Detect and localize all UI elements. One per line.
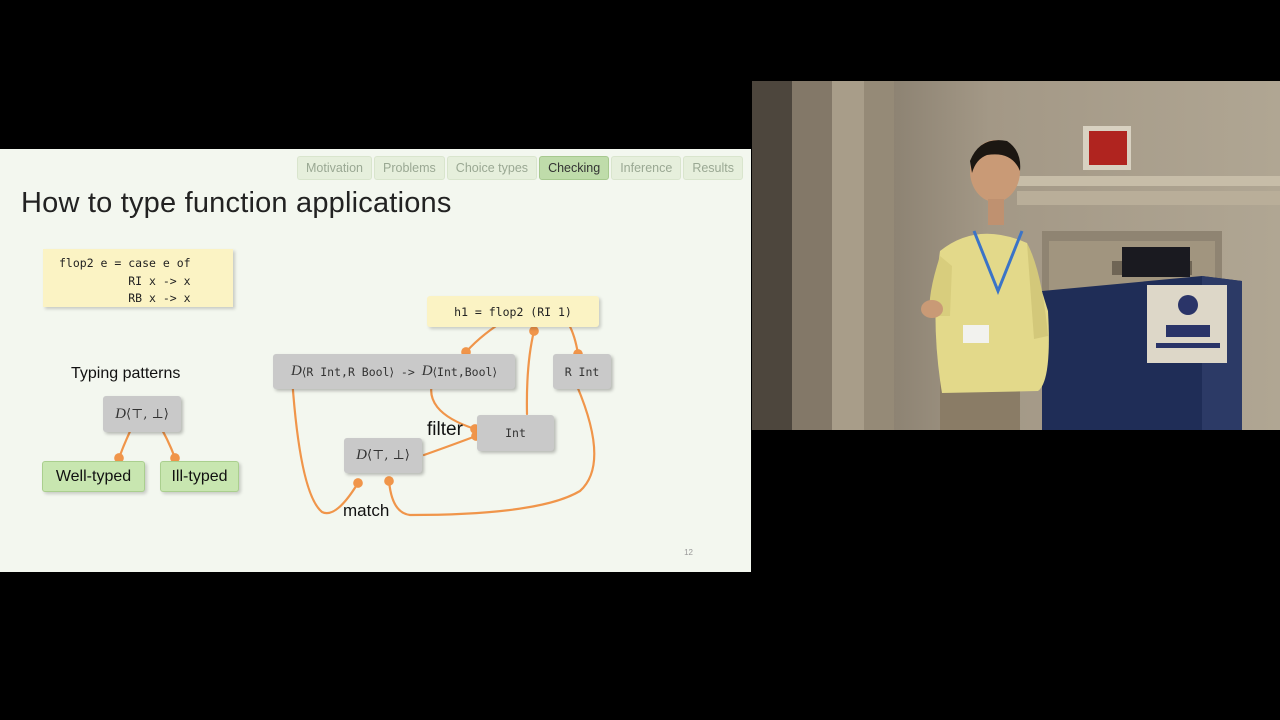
speaker-scene — [752, 81, 1280, 430]
filter-label: filter — [427, 419, 463, 440]
code-line-1: flop2 e = case e of — [59, 256, 191, 270]
well-typed-box: Well-typed — [42, 461, 145, 492]
tab-results[interactable]: Results — [683, 156, 743, 180]
choice-d: D — [421, 363, 433, 379]
code-line-3: RB x -> x — [59, 291, 191, 305]
choice-args: ⟨⊤, ⊥⟩ — [125, 406, 169, 422]
comma: , — [457, 364, 465, 379]
bracket-close: ⟩ — [492, 364, 497, 379]
page-number: 12 — [684, 548, 693, 557]
function-type-node: D ⟨ R Int, R Bool ⟩ -> D ⟨ Int, Bool ⟩ — [273, 354, 515, 389]
code-block: flop2 e = case e of RI x -> x RB x -> x — [43, 249, 233, 307]
type-arg: Bool — [464, 364, 493, 379]
type-arg: Int — [437, 364, 458, 379]
section-nav: Motivation Problems Choice types Checkin… — [297, 156, 743, 180]
ill-typed-box: Ill-typed — [160, 461, 239, 492]
choice-args: ⟨⊤, ⊥⟩ — [366, 448, 410, 463]
pattern-node: D ⟨⊤, ⊥⟩ — [344, 438, 422, 473]
choice-d: D — [291, 363, 302, 379]
comma: , — [341, 364, 348, 379]
presentation-slide: Motivation Problems Choice types Checkin… — [0, 149, 751, 572]
tab-checking[interactable]: Checking — [539, 156, 610, 180]
choice-d: D — [115, 405, 126, 422]
tab-choice-types[interactable]: Choice types — [446, 156, 538, 180]
slide-title: How to type function applications — [21, 187, 452, 219]
tab-inference[interactable]: Inference — [611, 156, 682, 180]
tab-motivation[interactable]: Motivation — [297, 156, 372, 180]
choice-d: D — [356, 447, 367, 463]
arrow-symbol: -> — [393, 364, 422, 379]
match-label: match — [343, 501, 390, 520]
h1-expression: h1 = flop2 (RI 1) — [427, 296, 599, 327]
type-arg: R Int — [306, 364, 341, 379]
r-int-node: R Int — [553, 354, 611, 389]
exit-sign — [1089, 131, 1127, 165]
type-arg: R Bool — [347, 364, 390, 379]
tab-problems[interactable]: Problems — [374, 156, 445, 180]
code-line-2: RI x -> x — [59, 273, 191, 288]
typing-patterns-heading: Typing patterns — [71, 365, 181, 382]
typing-pattern-root: D ⟨⊤, ⊥⟩ — [103, 396, 181, 432]
arrow-int-to-h1 — [525, 326, 539, 416]
speaker-video-feed — [752, 81, 1280, 430]
int-node: Int — [477, 415, 554, 451]
